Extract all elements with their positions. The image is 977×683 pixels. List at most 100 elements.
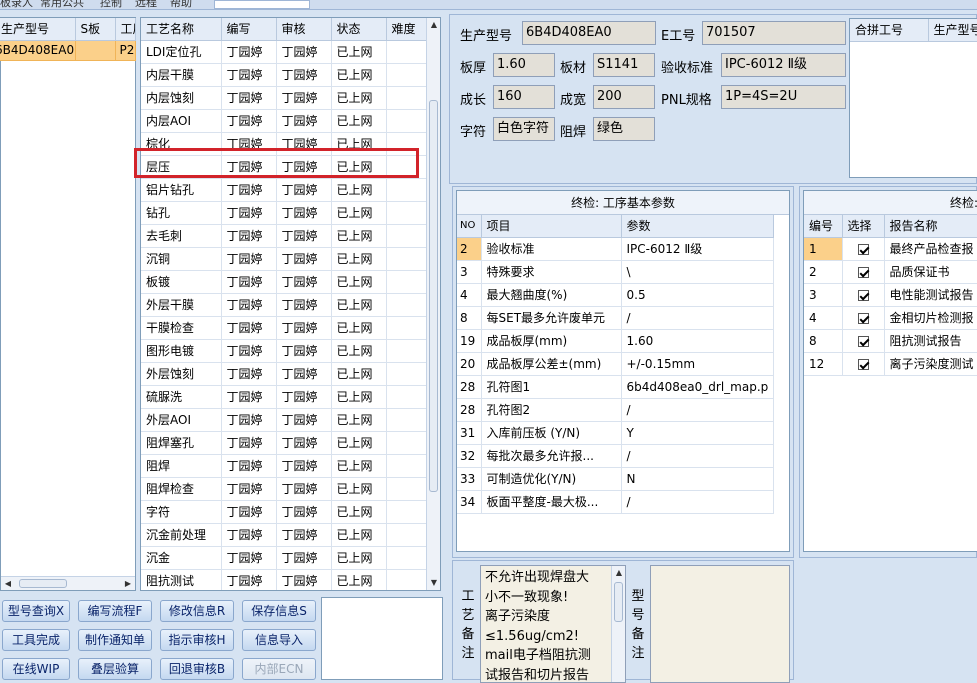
online-wip-button[interactable]: 在线WIP xyxy=(2,658,70,680)
checkbox-checked-icon[interactable] xyxy=(858,313,869,324)
make-notice-button[interactable]: 制作通知单 xyxy=(78,629,152,651)
col-header-id[interactable]: 编号 xyxy=(804,215,842,237)
param-row[interactable]: 19成品板厚(mm)1.60 xyxy=(457,329,773,352)
process-row[interactable]: 板镀丁园婷丁园婷已上网 xyxy=(141,270,427,293)
process-row[interactable]: 内层干膜丁园婷丁园婷已上网 xyxy=(141,63,427,86)
import-info-button[interactable]: 信息导入 xyxy=(242,629,316,651)
process-row[interactable]: 外层AOI丁园婷丁园婷已上网 xyxy=(141,408,427,431)
internal-ecn-button[interactable]: 内部ECN xyxy=(242,658,316,680)
menu-item-4[interactable]: 帮助 xyxy=(170,0,192,10)
process-row[interactable]: 外层干膜丁园婷丁园婷已上网 xyxy=(141,293,427,316)
checkbox-checked-icon[interactable] xyxy=(858,267,869,278)
checkbox-checked-icon[interactable] xyxy=(858,244,869,255)
col-header-item[interactable]: 项目 xyxy=(481,215,621,237)
process-row[interactable]: 硫脲洗丁园婷丁园婷已上网 xyxy=(141,385,427,408)
process-row[interactable]: LDI定位孔丁园婷丁园婷已上网 xyxy=(141,40,427,63)
process-row[interactable]: 阻焊丁园婷丁园婷已上网 xyxy=(141,454,427,477)
menu-item-3[interactable]: 远程 xyxy=(135,0,157,10)
col-header-merge-model[interactable]: 生产型号 xyxy=(928,19,977,41)
process-row[interactable]: 图形电镀丁园婷丁园婷已上网 xyxy=(141,339,427,362)
param-row[interactable]: 2验收标准IPC-6012 Ⅱ级 xyxy=(457,237,773,260)
col-header-reviewer[interactable]: 审核 xyxy=(276,18,331,40)
process-row[interactable]: 沉铜丁园婷丁园婷已上网 xyxy=(141,247,427,270)
process-row[interactable]: 沉金丁园婷丁园婷已上网 xyxy=(141,546,427,569)
craft-notes-vscroll[interactable]: ▲ xyxy=(611,566,625,682)
process-row[interactable]: 干膜检查丁园婷丁园婷已上网 xyxy=(141,316,427,339)
param-row[interactable]: 33可制造优化(Y/N)N xyxy=(457,467,773,490)
model-row[interactable]: 6B4D408EA0 P2 xyxy=(0,40,135,60)
process-row[interactable]: 内层AOI丁园婷丁园婷已上网 xyxy=(141,109,427,132)
revert-review-button[interactable]: 回退审核B xyxy=(160,658,234,680)
checkbox-checked-icon[interactable] xyxy=(858,290,869,301)
edit-flow-button[interactable]: 编写流程F xyxy=(78,600,152,622)
process-row[interactable]: 阻焊塞孔丁园婷丁园婷已上网 xyxy=(141,431,427,454)
report-row[interactable]: 4金相切片检测报 xyxy=(804,306,977,329)
param-row[interactable]: 28孔符图2/ xyxy=(457,398,773,421)
col-header-factory[interactable]: 工厂 xyxy=(115,18,135,40)
modify-info-button[interactable]: 修改信息R xyxy=(160,600,234,622)
report-row[interactable]: 1最终产品检查报 xyxy=(804,237,977,260)
process-row[interactable]: 内层蚀刻丁园婷丁园婷已上网 xyxy=(141,86,427,109)
review-instruction-button[interactable]: 指示审核H xyxy=(160,629,234,651)
grow-field[interactable]: 160 xyxy=(493,85,555,109)
scroll-right-icon[interactable]: ▶ xyxy=(121,577,135,591)
model-list-hscroll[interactable]: ◀ ▶ xyxy=(1,576,135,590)
col-header-select[interactable]: 选择 xyxy=(842,215,884,237)
param-row[interactable]: 32每批次最多允许报.../ xyxy=(457,444,773,467)
scroll-down-icon[interactable]: ▼ xyxy=(427,576,441,590)
process-vscroll[interactable]: ▲ ▼ xyxy=(426,18,440,590)
param-row[interactable]: 20成品板厚公差±(mm)+/-0.15mm xyxy=(457,352,773,375)
param-row[interactable]: 34板面平整度-最大极.../ xyxy=(457,490,773,513)
model-query-button[interactable]: 型号查询X xyxy=(2,600,70,622)
process-row[interactable]: 字符丁园婷丁园婷已上网 xyxy=(141,500,427,523)
col-header-process[interactable]: 工艺名称 xyxy=(141,18,221,40)
col-header-no[interactable]: NO xyxy=(457,215,481,237)
scroll-up-icon[interactable]: ▲ xyxy=(427,18,441,32)
mask-field[interactable]: 绿色 xyxy=(593,117,655,141)
tool-done-button[interactable]: 工具完成 xyxy=(2,629,70,651)
menu-item-0[interactable]: 板录人 xyxy=(0,0,33,10)
param-row[interactable]: 28孔符图16b4d408ea0_drl_map.p xyxy=(457,375,773,398)
thick-field[interactable]: 1.60 xyxy=(493,53,555,77)
col-header-model[interactable]: 生产型号 xyxy=(0,18,75,40)
col-header-report-name[interactable]: 报告名称 xyxy=(884,215,977,237)
process-row[interactable]: 沉金前处理丁园婷丁园婷已上网 xyxy=(141,523,427,546)
param-row[interactable]: 4最大翘曲度(%)0.5 xyxy=(457,283,773,306)
scroll-thumb[interactable] xyxy=(19,579,67,588)
param-row[interactable]: 3特殊要求\ xyxy=(457,260,773,283)
process-row[interactable]: 去毛刺丁园婷丁园婷已上网 xyxy=(141,224,427,247)
e-field[interactable]: 701507 xyxy=(702,21,846,45)
param-row[interactable]: 31入库前压板 (Y/N)Y xyxy=(457,421,773,444)
col-header-merge-no[interactable]: 合拼工号 xyxy=(850,19,928,41)
char-field[interactable]: 白色字符 xyxy=(493,117,555,141)
top-search-box[interactable] xyxy=(214,0,310,9)
process-row[interactable]: 阻抗测试丁园婷丁园婷已上网 xyxy=(141,569,427,591)
model-notes-text[interactable] xyxy=(650,565,790,683)
report-row[interactable]: 12离子污染度测试 xyxy=(804,352,977,375)
checkbox-checked-icon[interactable] xyxy=(858,359,869,370)
scroll-up-icon[interactable]: ▲ xyxy=(612,566,626,580)
material-field[interactable]: S1141 xyxy=(593,53,655,77)
col-header-author[interactable]: 编写 xyxy=(221,18,276,40)
craft-notes-text[interactable]: 不允许出现焊盘大 小不一致现象! 离子污染度 ≤1.56ug/cm2! mail… xyxy=(480,565,626,683)
col-header-difficulty[interactable]: 难度 xyxy=(386,18,427,40)
param-row[interactable]: 8每SET最多允许废单元/ xyxy=(457,306,773,329)
checkbox-checked-icon[interactable] xyxy=(858,336,869,347)
report-row[interactable]: 8阻抗测试报告 xyxy=(804,329,977,352)
width-field[interactable]: 200 xyxy=(593,85,655,109)
process-row[interactable]: 钻孔丁园婷丁园婷已上网 xyxy=(141,201,427,224)
save-info-button[interactable]: 保存信息S xyxy=(242,600,316,622)
pnl-field[interactable]: 1P=4S=2U xyxy=(721,85,846,109)
scroll-thumb[interactable] xyxy=(429,100,438,492)
process-row[interactable]: 阻焊检查丁园婷丁园婷已上网 xyxy=(141,477,427,500)
col-header-status[interactable]: 状态 xyxy=(331,18,386,40)
stackup-calc-button[interactable]: 叠层验算 xyxy=(78,658,152,680)
scroll-left-icon[interactable]: ◀ xyxy=(1,577,15,591)
scroll-thumb[interactable] xyxy=(614,582,623,622)
process-row[interactable]: 铝片钻孔丁园婷丁园婷已上网 xyxy=(141,178,427,201)
report-row[interactable]: 3电性能测试报告 xyxy=(804,283,977,306)
std-field[interactable]: IPC-6012 Ⅱ级 xyxy=(721,53,846,77)
col-header-s[interactable]: S板 xyxy=(75,18,115,40)
col-header-param[interactable]: 参数 xyxy=(621,215,773,237)
process-row[interactable]: 外层蚀刻丁园婷丁园婷已上网 xyxy=(141,362,427,385)
